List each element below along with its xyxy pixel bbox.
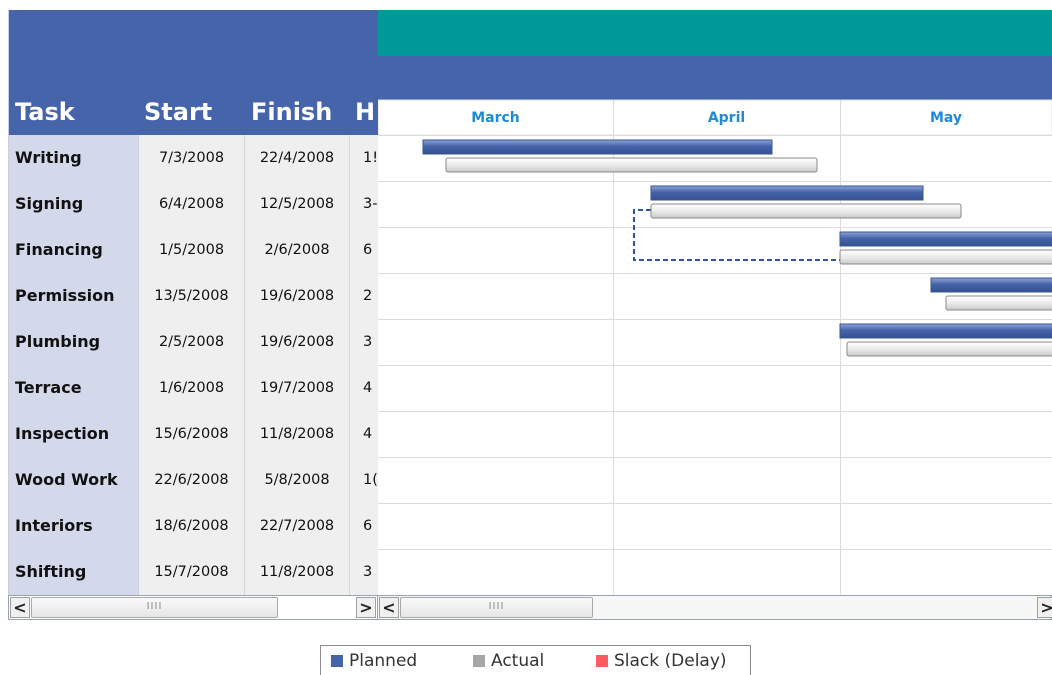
table-row[interactable]: Permission 13/5/2008 19/6/2008 2 — [9, 273, 378, 319]
start-cell: 7/3/2008 — [139, 135, 245, 181]
timeline-header-row — [378, 56, 1052, 100]
start-cell: 22/6/2008 — [139, 457, 245, 503]
start-cell: 15/7/2008 — [139, 549, 245, 595]
actual-bar[interactable] — [945, 295, 1052, 311]
grid-header: Task Start Finish H — [9, 10, 378, 135]
start-cell: 13/5/2008 — [139, 273, 245, 319]
column-header-task[interactable]: Task — [15, 98, 75, 138]
legend-swatch-actual — [473, 655, 485, 667]
table-row[interactable]: Terrace 1/6/2008 19/7/2008 4 — [9, 365, 378, 411]
actual-bar[interactable] — [846, 341, 1052, 357]
scroll-grip-icon: IIII — [146, 601, 163, 612]
finish-cell: 22/7/2008 — [245, 503, 350, 549]
h-cell: 4 — [350, 411, 378, 457]
table-row[interactable]: Signing 6/4/2008 12/5/2008 3- — [9, 181, 378, 227]
gantt-chart: March April May — [378, 10, 1052, 595]
task-name-cell: Shifting — [9, 549, 139, 595]
finish-cell: 19/7/2008 — [245, 365, 350, 411]
finish-cell: 11/8/2008 — [245, 411, 350, 457]
task-name-cell: Writing — [9, 135, 139, 181]
task-grid: Task Start Finish H Writing 7/3/2008 22/… — [8, 10, 378, 620]
table-row[interactable]: Writing 7/3/2008 22/4/2008 1! — [9, 135, 378, 181]
scroll-thumb[interactable]: IIII — [31, 597, 278, 618]
column-header-finish[interactable]: Finish — [251, 98, 332, 138]
h-cell: 4 — [350, 365, 378, 411]
chart-scroll-left-button[interactable]: < — [379, 597, 399, 618]
finish-cell: 19/6/2008 — [245, 273, 350, 319]
task-name-cell: Wood Work — [9, 457, 139, 503]
h-cell: 1( — [350, 457, 378, 503]
chart-scroll-grip-icon: IIII — [488, 601, 505, 612]
legend-label-slack: Slack (Delay) — [614, 651, 727, 671]
grid-horizontal-scrollbar[interactable]: < IIII > — [8, 595, 378, 620]
chart-horizontal-scrollbar[interactable]: < IIII > — [378, 595, 1052, 620]
gantt-chart-svg: March April May — [378, 10, 1052, 595]
h-cell: 2 — [350, 273, 378, 319]
actual-bar[interactable] — [839, 249, 1052, 265]
start-cell: 1/5/2008 — [139, 227, 245, 273]
finish-cell: 19/6/2008 — [245, 319, 350, 365]
h-cell: 3 — [350, 319, 378, 365]
task-name-cell: Terrace — [9, 365, 139, 411]
start-cell: 18/6/2008 — [139, 503, 245, 549]
legend-label-planned: Planned — [349, 651, 418, 671]
task-name-cell: Financing — [9, 227, 139, 273]
scroll-left-button[interactable]: < — [10, 597, 30, 618]
planned-bar[interactable] — [650, 185, 924, 201]
table-row[interactable]: Wood Work 22/6/2008 5/8/2008 1( — [9, 457, 378, 503]
task-bars — [422, 139, 1052, 357]
actual-bar[interactable] — [650, 203, 962, 219]
task-name-cell: Inspection — [9, 411, 139, 457]
month-label: May — [930, 110, 962, 126]
h-cell: 6 — [350, 227, 378, 273]
chart-legend: Planned Actual Slack (Delay) — [320, 645, 751, 675]
scroll-right-button[interactable]: > — [356, 597, 376, 618]
h-cell: 6 — [350, 503, 378, 549]
start-cell: 15/6/2008 — [139, 411, 245, 457]
month-label: April — [708, 110, 745, 126]
month-label: March — [471, 110, 520, 126]
chart-scroll-thumb[interactable]: IIII — [400, 597, 593, 618]
table-row[interactable]: Interiors 18/6/2008 22/7/2008 6 — [9, 503, 378, 549]
h-cell: 1! — [350, 135, 378, 181]
table-row[interactable]: Inspection 15/6/2008 11/8/2008 4 — [9, 411, 378, 457]
task-name-cell: Interiors — [9, 503, 139, 549]
planned-bar[interactable] — [930, 277, 1052, 293]
planned-bar[interactable] — [839, 231, 1052, 247]
finish-cell: 12/5/2008 — [245, 181, 350, 227]
finish-cell: 22/4/2008 — [245, 135, 350, 181]
task-name-cell: Permission — [9, 273, 139, 319]
chart-scroll-right-button[interactable]: > — [1037, 597, 1052, 618]
start-cell: 1/6/2008 — [139, 365, 245, 411]
table-row[interactable]: Financing 1/5/2008 2/6/2008 6 — [9, 227, 378, 273]
legend-swatch-planned — [331, 655, 343, 667]
planned-bar[interactable] — [839, 323, 1052, 339]
legend-label-actual: Actual — [491, 651, 545, 671]
finish-cell: 2/6/2008 — [245, 227, 350, 273]
finish-cell: 11/8/2008 — [245, 549, 350, 595]
legend-swatch-slack — [596, 655, 608, 667]
timeline-header-band — [378, 10, 1052, 56]
column-header-start[interactable]: Start — [144, 98, 212, 138]
column-header-h[interactable]: H — [355, 98, 375, 138]
task-name-cell: Plumbing — [9, 319, 139, 365]
start-cell: 6/4/2008 — [139, 181, 245, 227]
table-row[interactable]: Plumbing 2/5/2008 19/6/2008 3 — [9, 319, 378, 365]
start-cell: 2/5/2008 — [139, 319, 245, 365]
finish-cell: 5/8/2008 — [245, 457, 350, 503]
planned-bar[interactable] — [422, 139, 773, 155]
table-row[interactable]: Shifting 15/7/2008 11/8/2008 3 — [9, 549, 378, 595]
actual-bar[interactable] — [445, 157, 818, 173]
h-cell: 3 — [350, 549, 378, 595]
h-cell: 3- — [350, 181, 378, 227]
task-name-cell: Signing — [9, 181, 139, 227]
